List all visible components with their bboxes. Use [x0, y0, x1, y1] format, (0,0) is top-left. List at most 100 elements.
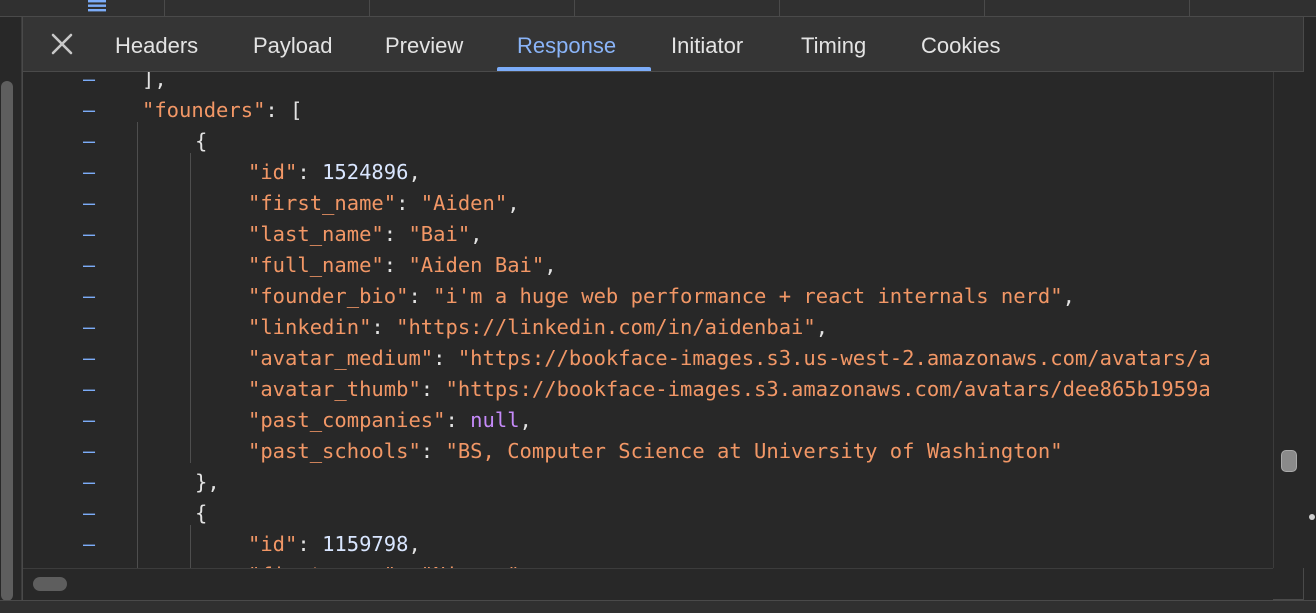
- json-key: "first_name": [248, 191, 397, 215]
- bottom-divider[interactable]: [0, 600, 1316, 613]
- code-line: "first_name": "Nicora": [248, 560, 520, 568]
- json-string: "https://bookface-images.s3.amazonaws.co…: [445, 377, 1211, 401]
- scrollbar-corner: [1273, 568, 1303, 599]
- tab-preview[interactable]: Preview: [385, 17, 463, 71]
- json-punctuation: {: [195, 129, 208, 153]
- fold-marker[interactable]: –: [83, 529, 97, 560]
- fold-marker[interactable]: –: [83, 560, 97, 568]
- code-vertical-scrollbar[interactable]: [1273, 72, 1304, 568]
- json-punctuation: },: [195, 470, 220, 494]
- json-punctuation: : [: [265, 98, 303, 122]
- json-key: "linkedin": [248, 315, 372, 339]
- fold-marker[interactable]: –: [83, 467, 97, 498]
- column-divider: [1189, 0, 1190, 16]
- code-line: "avatar_thumb": "https://bookface-images…: [248, 374, 1211, 405]
- json-punctuation: :: [297, 160, 323, 184]
- fold-marker[interactable]: –: [83, 157, 97, 188]
- json-punctuation: ,: [507, 191, 520, 215]
- fold-marker[interactable]: –: [83, 312, 97, 343]
- column-divider: [984, 0, 985, 16]
- tab-response[interactable]: Response: [517, 17, 616, 71]
- code-line: ],: [142, 72, 167, 95]
- json-string: "https://bookface-images.s3.us-west-2.am…: [457, 346, 1211, 370]
- code-line: "avatar_medium": "https://bookface-image…: [248, 343, 1211, 374]
- json-punctuation: ,: [544, 253, 557, 277]
- code-line: "last_name": "Bai",: [248, 219, 483, 250]
- code-vertical-scrollbar-thumb[interactable]: [1281, 450, 1297, 472]
- code-line: "linkedin": "https://linkedin.com/in/aid…: [248, 312, 828, 343]
- fold-marker[interactable]: –: [83, 95, 97, 126]
- fold-marker[interactable]: –: [83, 126, 97, 157]
- code-line: "id": 1524896,: [248, 157, 421, 188]
- json-key: "avatar_medium": [248, 346, 434, 370]
- json-punctuation: :: [408, 284, 434, 308]
- code-line: "full_name": "Aiden Bai",: [248, 250, 557, 281]
- fold-marker[interactable]: –: [83, 436, 97, 467]
- json-punctuation: :: [445, 408, 471, 432]
- resize-handle-dot[interactable]: [1309, 514, 1315, 520]
- indent-guide: [137, 122, 138, 568]
- code-line: {: [195, 498, 207, 529]
- json-punctuation: :: [420, 439, 446, 463]
- tab-payload[interactable]: Payload: [253, 17, 333, 71]
- json-number: 1524896: [322, 160, 409, 184]
- left-scrollbar[interactable]: [0, 17, 22, 601]
- code-line: "id": 1159798,: [248, 529, 421, 560]
- json-punctuation: :: [383, 253, 409, 277]
- tab-timing[interactable]: Timing: [801, 17, 866, 71]
- json-string: "BS, Computer Science at University of W…: [445, 439, 1063, 463]
- fold-marker[interactable]: –: [83, 343, 97, 374]
- code-horizontal-scrollbar-thumb[interactable]: [33, 577, 67, 591]
- fold-marker[interactable]: –: [83, 405, 97, 436]
- request-list-icon: [88, 0, 106, 12]
- fold-marker[interactable]: –: [83, 219, 97, 250]
- json-key: "founders": [142, 98, 266, 122]
- fold-marker[interactable]: –: [83, 188, 97, 219]
- json-punctuation: :: [420, 377, 446, 401]
- json-key: "last_name": [248, 222, 384, 246]
- json-string: "Bai": [408, 222, 471, 246]
- request-list-strip: [0, 0, 1316, 17]
- column-divider: [369, 0, 370, 16]
- active-tab-indicator: [497, 67, 651, 71]
- json-punctuation: ],: [142, 72, 167, 91]
- json-punctuation: :: [297, 532, 323, 556]
- json-key: "avatar_thumb": [248, 377, 421, 401]
- column-divider: [779, 0, 780, 16]
- code-horizontal-scrollbar[interactable]: [23, 568, 1273, 600]
- left-scrollbar-thumb[interactable]: [1, 81, 13, 601]
- fold-marker[interactable]: –: [83, 250, 97, 281]
- json-string: "https://linkedin.com/in/aidenbai": [396, 315, 816, 339]
- json-punctuation: ,: [408, 160, 421, 184]
- fold-marker[interactable]: –: [83, 281, 97, 312]
- json-punctuation: ,: [1062, 284, 1075, 308]
- response-code-viewer[interactable]: –], – "founders": [ – { – "id": 1524896, – "firs…: [23, 72, 1273, 568]
- tab-initiator[interactable]: Initiator: [671, 17, 743, 71]
- json-string: "i'm a huge web performance + react inte…: [433, 284, 1063, 308]
- indent-guide: [190, 153, 191, 463]
- code-line: "founder_bio": "i'm a huge web performan…: [248, 281, 1075, 312]
- json-punctuation: ,: [815, 315, 829, 339]
- fold-marker[interactable]: –: [83, 498, 97, 529]
- code-line: "past_companies": null,: [248, 405, 532, 436]
- json-key: "past_companies": [248, 408, 446, 432]
- json-key: "id": [248, 532, 298, 556]
- column-divider: [164, 0, 165, 16]
- fold-marker[interactable]: –: [83, 374, 97, 405]
- json-key: "founder_bio": [248, 284, 409, 308]
- json-string: "Aiden Bai": [408, 253, 545, 277]
- json-punctuation: :: [433, 346, 458, 370]
- json-punctuation: ,: [408, 532, 421, 556]
- json-punctuation: ,: [470, 222, 483, 246]
- tab-headers[interactable]: Headers: [115, 17, 198, 71]
- close-icon[interactable]: [49, 31, 75, 57]
- indent-guide: [190, 525, 191, 568]
- code-line: {: [195, 126, 207, 157]
- json-punctuation: :: [371, 315, 397, 339]
- json-punctuation: :: [396, 191, 421, 215]
- tab-cookies[interactable]: Cookies: [921, 17, 1000, 71]
- code-line: "founders": [: [142, 95, 302, 126]
- json-punctuation: ,: [519, 408, 532, 432]
- fold-marker[interactable]: –: [83, 72, 97, 95]
- json-key: "id": [248, 160, 298, 184]
